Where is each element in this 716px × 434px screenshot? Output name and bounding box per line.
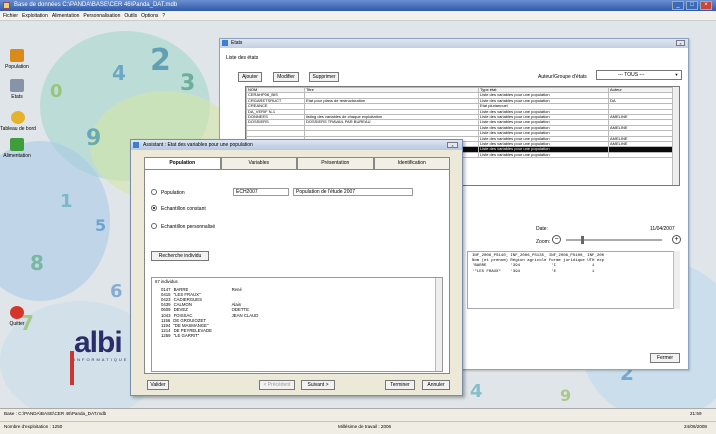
zoom-slider-handle[interactable] <box>581 236 584 244</box>
status-date: 24/06/2008 <box>684 424 707 429</box>
auteur-groupe-select[interactable]: --- TOUS --- ▼ <box>596 70 682 80</box>
population-code-field[interactable]: ECH2007 <box>233 188 289 196</box>
ajouter-button[interactable]: Ajouter <box>238 72 262 82</box>
supprimer-button[interactable]: Supprimer <box>309 72 339 82</box>
recherche-individu-button[interactable]: Recherche individu <box>151 251 209 261</box>
assistant-title: Assistant : Etat des variables pour une … <box>143 142 253 148</box>
menu-fichier[interactable]: Fichier <box>3 11 18 20</box>
individuals-list: 67 individus 0147 BARRE René 0415 "LES FRAU… <box>151 277 443 372</box>
status-divider <box>0 421 716 422</box>
etats-title-bar: Etats × <box>220 39 688 48</box>
tab-presentation[interactable]: Présentation <box>297 157 374 169</box>
fermer-button[interactable]: Fermer <box>650 353 680 363</box>
date-value: 11/04/2007 <box>650 226 675 232</box>
albi-logo-subtitle: INFORMATIQUE <box>74 357 129 362</box>
menu-options[interactable]: Options <box>141 11 158 20</box>
table-scrollbar[interactable] <box>672 87 679 185</box>
zoom-label: Zoom: <box>536 239 551 245</box>
menu-exploitation[interactable]: Exploitation <box>22 11 48 20</box>
albi-logo: albi <box>74 326 123 359</box>
close-button[interactable]: × <box>700 1 712 10</box>
chevron-down-icon[interactable]: ▼ <box>673 72 680 78</box>
tab-identification[interactable]: Identification <box>373 157 450 169</box>
status-base-path: Base : C:\PANDA\BASE\CER 46\Panda_DAT.md… <box>4 411 107 416</box>
app-icon <box>3 2 10 9</box>
valider-button[interactable]: Valider <box>147 380 169 390</box>
status-bar: Base : C:\PANDA\BASE\CER 46\Panda_DAT.md… <box>0 408 716 434</box>
report-preview: INF_2006_PS140_ INF_2006_PS135_ INF_2006… <box>467 251 677 309</box>
quitter-shortcut[interactable]: Quitter <box>2 306 32 327</box>
alimentation-shortcut[interactable]: Alimentation <box>2 138 32 159</box>
liste-des-etats-label: Liste des états <box>226 55 259 61</box>
tableau-de-bord-shortcut[interactable]: Tableau de bord <box>0 111 36 132</box>
status-millesime: Millésime de travail : 2006 <box>338 424 392 429</box>
app-title: Base de données C:\PANDA\BASE\CER 46\Pan… <box>14 2 178 8</box>
cell-type: Liste des variables pour une population <box>478 151 609 159</box>
modifier-button[interactable]: Modifier <box>273 72 299 82</box>
etats-window-icon <box>222 40 228 46</box>
auteur-groupe-label: Auteur/Groupe d'états <box>538 74 587 80</box>
zoom-out-icon[interactable]: − <box>552 235 561 244</box>
population-shortcut[interactable]: Population <box>2 49 32 70</box>
individuals-scrollbar[interactable] <box>435 278 442 371</box>
population-radio[interactable] <box>151 189 157 195</box>
etats-icon <box>10 79 24 92</box>
tab-population[interactable]: Population <box>144 157 221 169</box>
menu-alimentation[interactable]: Alimentation <box>52 11 80 20</box>
zoom-in-icon[interactable]: + <box>672 235 681 244</box>
assistant-window-icon <box>133 142 139 148</box>
annuler-button[interactable]: Annuler <box>422 380 450 390</box>
terminer-button[interactable]: Terminer <box>385 380 415 390</box>
assistant-close-icon[interactable]: × <box>447 142 458 148</box>
etats-shortcut[interactable]: Etats <box>2 79 32 100</box>
population-panel: Population ECH2007 Population de l'étude… <box>144 169 450 374</box>
assistant-dialog: Assistant : Etat des variables pour une … <box>130 139 463 396</box>
quit-icon <box>10 306 24 319</box>
echantillon-constant-radio[interactable] <box>151 205 157 211</box>
suivant-button[interactable]: Suivant > <box>301 380 335 390</box>
menu-bar: Fichier Exploitation Alimentation Person… <box>0 11 716 21</box>
echantillon-personnalise-radio[interactable] <box>151 223 157 229</box>
dashboard-icon <box>11 111 25 124</box>
population-description-field[interactable]: Population de l'étude 2007 <box>293 188 413 196</box>
assistant-title-bar: Assistant : Etat des variables pour une … <box>131 140 462 150</box>
menu-help[interactable]: ? <box>162 11 165 20</box>
preview-scrollbar[interactable] <box>673 251 680 309</box>
alimentation-icon <box>10 138 24 151</box>
population-icon <box>10 49 24 62</box>
status-exploitation-count: Nombre d'exploitation : 1250 <box>4 424 63 429</box>
etats-title: Etats <box>231 40 243 46</box>
menu-personnalisation[interactable]: Personnalisation <box>83 11 120 20</box>
etats-close-icon[interactable]: × <box>676 40 685 46</box>
maximize-button[interactable]: □ <box>686 1 698 10</box>
status-time: 21:59 <box>690 411 702 416</box>
list-item[interactable]: 1259 "LE GARRIT" <box>155 333 439 338</box>
app-title-bar: Base de données C:\PANDA\BASE\CER 46\Pan… <box>0 0 716 11</box>
echantillon-constant-label: Echantillon constant <box>161 206 206 212</box>
tab-variables[interactable]: Variables <box>220 157 297 169</box>
population-radio-label: Population <box>161 190 185 196</box>
menu-outils[interactable]: Outils <box>124 11 137 20</box>
date-label: Date: <box>536 226 548 232</box>
precedent-button[interactable]: < Précédent <box>259 380 295 390</box>
cell-auteur <box>608 151 674 159</box>
assistant-tabs: Population Variables Présentation Identi… <box>144 157 450 169</box>
echantillon-personnalise-label: Echantillon personnalisé <box>161 224 216 230</box>
minimize-button[interactable]: _ <box>672 1 684 10</box>
